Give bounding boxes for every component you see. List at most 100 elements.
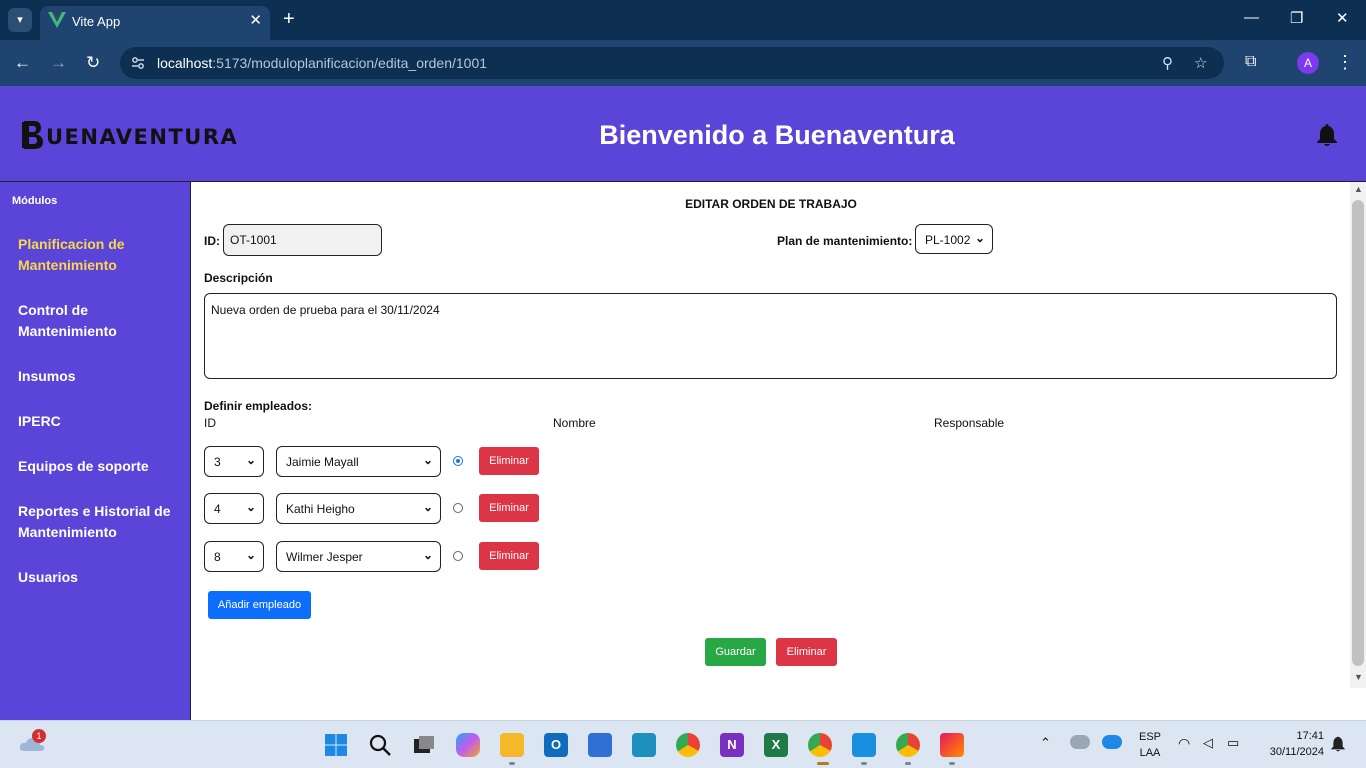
vite-logo-icon xyxy=(48,12,66,28)
extensions-icon[interactable]: ⧉ xyxy=(1245,53,1256,71)
windows-start-icon[interactable] xyxy=(324,733,348,757)
onedrive-personal-icon[interactable] xyxy=(1070,735,1090,749)
language-top[interactable]: ESP xyxy=(1136,731,1164,743)
chevron-down-icon: ⌄ xyxy=(422,453,433,467)
employee-id-select[interactable]: 3 ⌄ xyxy=(204,446,264,477)
id-label: ID: xyxy=(204,234,220,248)
plan-select-value: PL-1002 xyxy=(925,233,971,247)
chrome-profile-icon[interactable] xyxy=(808,733,832,757)
excel-icon[interactable]: X xyxy=(764,733,788,757)
sidebar: Módulos Planificacion de Mantenimiento C… xyxy=(0,182,191,720)
description-textarea[interactable]: Nueva orden de prueba para el 30/11/2024 xyxy=(204,293,1337,379)
weather-badge: 1 xyxy=(32,729,46,743)
notification-icon[interactable] xyxy=(1330,736,1346,752)
outlook-icon[interactable]: O xyxy=(544,733,568,757)
plan-select[interactable]: PL-1002 ⌄ xyxy=(915,224,993,254)
profile-avatar[interactable]: A xyxy=(1297,52,1319,74)
main-content: EDITAR ORDEN DE TRABAJO ID: Plan de mant… xyxy=(192,182,1350,720)
page-title: Bienvenido a Buenaventura xyxy=(599,120,955,150)
running-indicator xyxy=(861,762,867,765)
column-header-name: Nombre xyxy=(553,416,596,430)
page-scrollbar[interactable]: ▲ ▼ xyxy=(1350,182,1366,688)
intellij-icon[interactable] xyxy=(940,733,964,757)
search-icon[interactable] xyxy=(368,733,392,757)
save-button[interactable]: Guardar xyxy=(705,638,766,666)
delete-employee-button[interactable]: Eliminar xyxy=(479,447,539,475)
onenote-icon[interactable]: N xyxy=(720,733,744,757)
employee-id-select[interactable]: 8 ⌄ xyxy=(204,541,264,572)
remote-desktop-icon[interactable] xyxy=(632,733,656,757)
add-employee-button[interactable]: Añadir empleado xyxy=(208,591,311,619)
battery-icon[interactable]: ▭ xyxy=(1227,735,1239,751)
sidebar-item-insumos[interactable]: Insumos xyxy=(18,366,178,387)
minimize-icon[interactable]: — xyxy=(1244,9,1259,26)
running-indicator xyxy=(905,762,911,765)
zoom-icon[interactable]: ⚲ xyxy=(1162,54,1173,72)
reload-icon[interactable]: ↻ xyxy=(86,53,100,73)
address-bar[interactable]: localhost:5173/moduloplanificacion/edita… xyxy=(120,47,1224,79)
app-header: UENAVENTURA Bienvenido a Buenaventura xyxy=(0,86,1366,182)
language-bottom[interactable]: LAA xyxy=(1136,747,1164,759)
volume-icon[interactable]: ◁ xyxy=(1203,735,1213,751)
scroll-down-icon[interactable]: ▼ xyxy=(1354,672,1363,682)
clock-date[interactable]: 30/11/2024 xyxy=(1260,746,1324,758)
employee-name-value: Kathi Heigho xyxy=(286,502,355,516)
running-indicator xyxy=(949,762,955,765)
employee-name-select[interactable]: Kathi Heigho ⌄ xyxy=(276,493,441,524)
onedrive-icon[interactable] xyxy=(1102,735,1122,749)
scroll-up-icon[interactable]: ▲ xyxy=(1354,184,1363,194)
scroll-thumb[interactable] xyxy=(1352,200,1364,666)
chrome-dev-icon[interactable] xyxy=(896,733,920,757)
delete-employee-button[interactable]: Eliminar xyxy=(479,542,539,570)
wifi-icon[interactable]: ◠ xyxy=(1178,735,1190,752)
employee-name-value: Wilmer Jesper xyxy=(286,550,363,564)
column-header-id: ID xyxy=(204,416,216,430)
chevron-up-icon[interactable]: ⌃ xyxy=(1040,735,1051,751)
copilot-icon[interactable] xyxy=(456,733,480,757)
browser-tab-bar: ▾ Vite App ✕ + — ❐ ✕ xyxy=(0,0,1366,40)
delete-order-button[interactable]: Eliminar xyxy=(776,638,837,666)
description-label: Descripción xyxy=(204,271,273,285)
close-tab-icon[interactable]: ✕ xyxy=(249,11,262,29)
sidebar-item-iperc[interactable]: IPERC xyxy=(18,411,178,432)
sidebar-item-reportes[interactable]: Reportes e Historial de Mantenimiento xyxy=(18,501,178,543)
responsible-radio[interactable] xyxy=(453,551,463,561)
notification-bell-icon[interactable] xyxy=(1316,123,1338,147)
employee-name-select[interactable]: Wilmer Jesper ⌄ xyxy=(276,541,441,572)
chrome-icon[interactable] xyxy=(676,733,700,757)
close-window-icon[interactable]: ✕ xyxy=(1336,9,1349,27)
site-info-icon[interactable] xyxy=(130,55,146,71)
restore-icon[interactable]: ❐ xyxy=(1290,9,1303,27)
browser-menu-icon[interactable]: ⋮ xyxy=(1336,52,1354,73)
tab-search-button[interactable]: ▾ xyxy=(8,8,32,32)
chevron-down-icon: ⌄ xyxy=(974,231,985,245)
logo-b-icon xyxy=(22,121,43,149)
sidebar-item-control[interactable]: Control de Mantenimiento xyxy=(18,300,178,342)
sidebar-item-usuarios[interactable]: Usuarios xyxy=(18,567,178,588)
delete-employee-button[interactable]: Eliminar xyxy=(479,494,539,522)
back-icon[interactable]: ← xyxy=(14,53,31,73)
buenaventura-logo: UENAVENTURA xyxy=(22,120,247,150)
bookmark-star-icon[interactable]: ☆ xyxy=(1194,54,1207,72)
chevron-down-icon: ⌄ xyxy=(245,453,256,467)
chevron-down-icon: ⌄ xyxy=(422,500,433,514)
forward-icon[interactable]: → xyxy=(50,53,67,73)
id-input[interactable] xyxy=(223,224,382,256)
browser-tab[interactable]: Vite App ✕ xyxy=(40,6,270,40)
file-explorer-icon[interactable] xyxy=(500,733,524,757)
responsible-radio[interactable] xyxy=(453,456,463,466)
employee-name-select[interactable]: Jaimie Mayall ⌄ xyxy=(276,446,441,477)
employee-id-select[interactable]: 4 ⌄ xyxy=(204,493,264,524)
responsible-radio[interactable] xyxy=(453,503,463,513)
task-view-icon[interactable] xyxy=(412,733,436,757)
store-icon[interactable] xyxy=(588,733,612,757)
sidebar-item-equipos[interactable]: Equipos de soporte xyxy=(18,456,178,477)
vscode-icon[interactable] xyxy=(852,733,876,757)
employee-id-value: 4 xyxy=(214,502,221,516)
new-tab-icon[interactable]: + xyxy=(283,8,295,30)
chevron-down-icon: ⌄ xyxy=(245,500,256,514)
url-text: localhost:5173/moduloplanificacion/edita… xyxy=(157,55,488,71)
sidebar-item-planificacion[interactable]: Planificacion de Mantenimiento xyxy=(18,234,178,276)
clock-time[interactable]: 17:41 xyxy=(1260,730,1324,742)
tab-title: Vite App xyxy=(72,14,121,29)
